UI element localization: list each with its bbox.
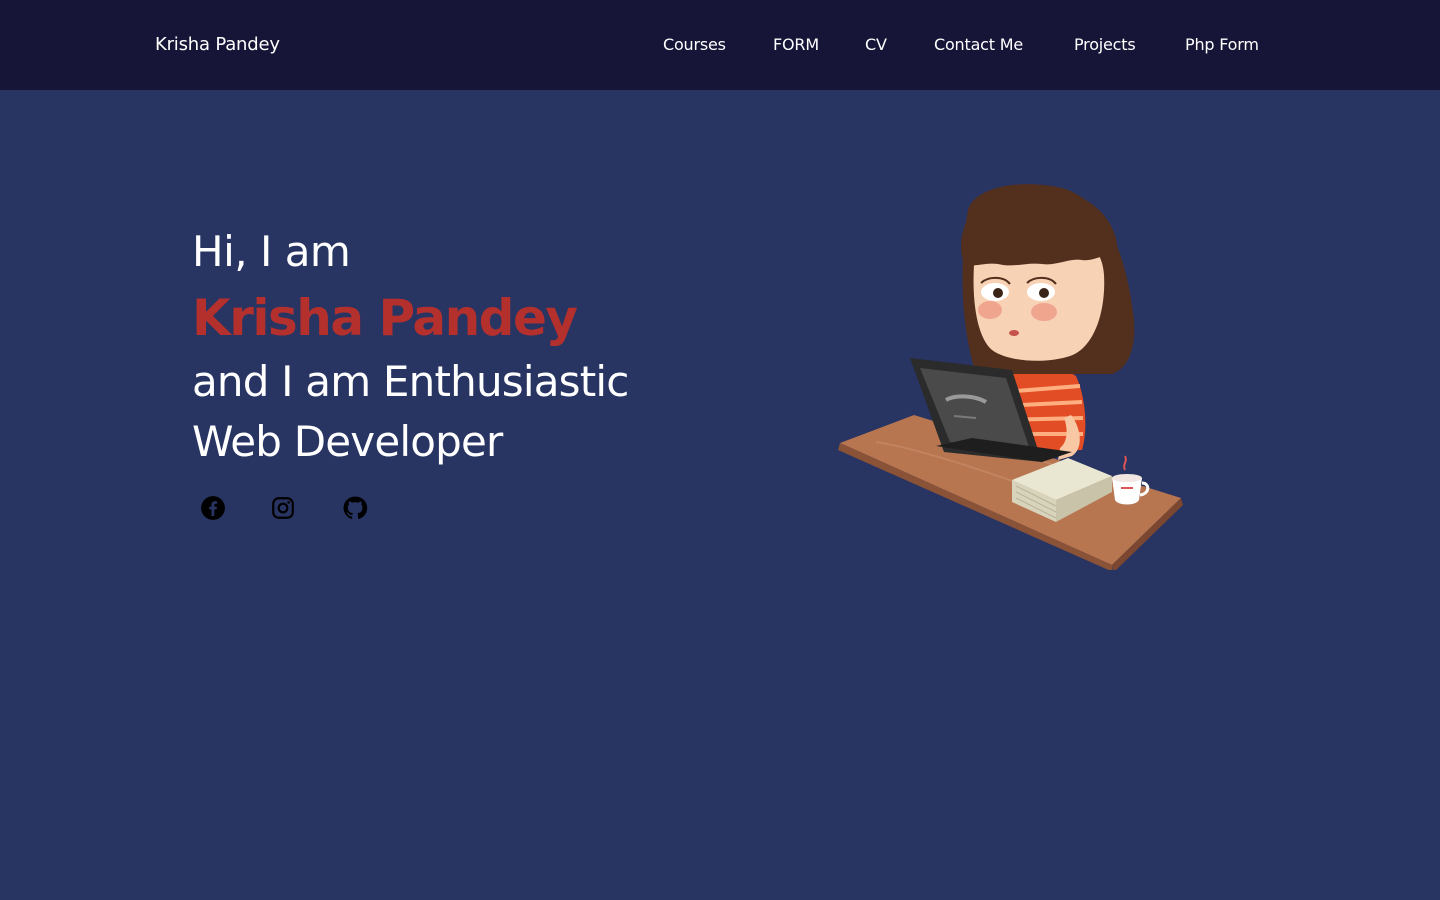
nav-link-form[interactable]: FORM [773,35,819,55]
github-icon[interactable] [342,495,368,521]
nav-link-php-form[interactable]: Php Form [1185,35,1259,55]
brand-logo[interactable]: Krisha Pandey [155,33,280,57]
developer-illustration [836,180,1186,572]
nav-link-contact-me[interactable]: Contact Me [934,35,1023,55]
hero-greeting: Hi, I am [192,227,351,276]
hero-name: Krisha Pandey [192,289,578,347]
instagram-icon[interactable] [270,495,296,521]
nav-link-courses[interactable]: Courses [663,35,726,55]
hero-intro: Hi, I am Krisha Pandey and I am Enthusia… [192,222,712,472]
hero-tagline-line2: Web Developer [192,417,503,466]
facebook-icon[interactable] [200,495,226,521]
navbar: Krisha Pandey Courses FORM CV Contact Me… [0,0,1440,90]
hero-tagline-line1: and I am Enthusiastic [192,357,629,406]
nav-link-cv[interactable]: CV [865,35,887,55]
nav-link-projects[interactable]: Projects [1074,35,1136,55]
